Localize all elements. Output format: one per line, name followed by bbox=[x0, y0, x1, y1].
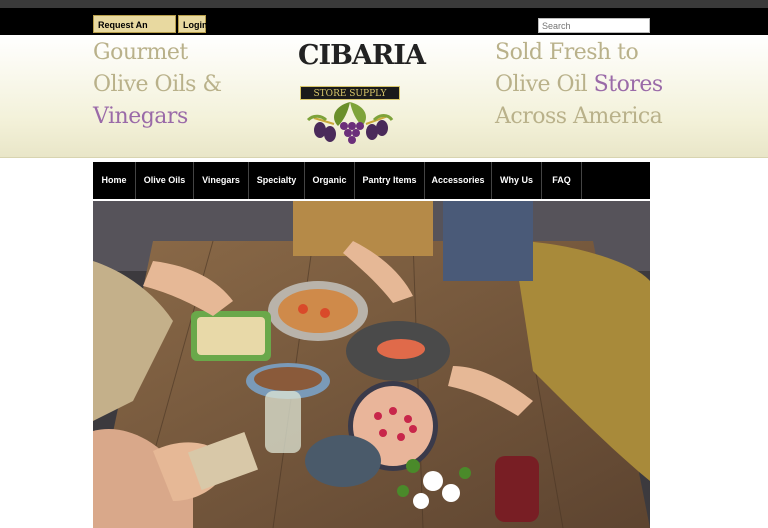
tagline-left: Gourmet Olive Oils & Vinegars bbox=[93, 37, 222, 133]
nav-why-us[interactable]: Why Us bbox=[492, 162, 542, 199]
tagline-left-line2: Olive Oils & bbox=[93, 72, 222, 97]
tagline-right-line3: Across America bbox=[495, 104, 663, 129]
nav-vinegars[interactable]: Vinegars bbox=[194, 162, 249, 199]
logo-subtitle: STORE SUPPLY bbox=[300, 86, 400, 100]
nav-home[interactable]: Home bbox=[93, 162, 136, 199]
nav-accessories[interactable]: Accessories bbox=[425, 162, 492, 199]
tagline-left-line1: Gourmet bbox=[93, 40, 188, 65]
main-nav: Home Olive Oils Vinegars Specialty Organ… bbox=[93, 162, 650, 199]
tagline-right-line1: Sold Fresh to bbox=[495, 40, 639, 65]
nav-olive-oils[interactable]: Olive Oils bbox=[136, 162, 194, 199]
logo-wordmark: CIBARIA bbox=[298, 40, 426, 71]
nav-specialty[interactable]: Specialty bbox=[249, 162, 305, 199]
tagline-right-line2: Olive Oil Stores bbox=[495, 69, 663, 101]
tagline-right: Sold Fresh to Olive Oil Stores Across Am… bbox=[495, 37, 663, 133]
search-input[interactable] bbox=[538, 18, 650, 33]
grapes-olives-icon bbox=[306, 102, 394, 144]
cibaria-logo[interactable]: CIBARIA STORE SUPPLY bbox=[298, 40, 426, 148]
nav-faq[interactable]: FAQ bbox=[542, 162, 582, 199]
top-strip bbox=[0, 0, 768, 8]
request-account-button[interactable]: Request An Account bbox=[93, 15, 176, 48]
hero-image bbox=[93, 201, 650, 528]
tagline-right-line2b: Stores bbox=[593, 72, 663, 97]
tagline-right-line2a: Olive Oil bbox=[495, 72, 594, 97]
nav-organic[interactable]: Organic bbox=[305, 162, 355, 199]
nav-pantry-items[interactable]: Pantry Items bbox=[355, 162, 425, 199]
tagline-left-line3: Vinegars bbox=[93, 104, 188, 129]
login-button[interactable]: Login bbox=[178, 15, 208, 33]
dinner-table-photo bbox=[93, 201, 650, 528]
